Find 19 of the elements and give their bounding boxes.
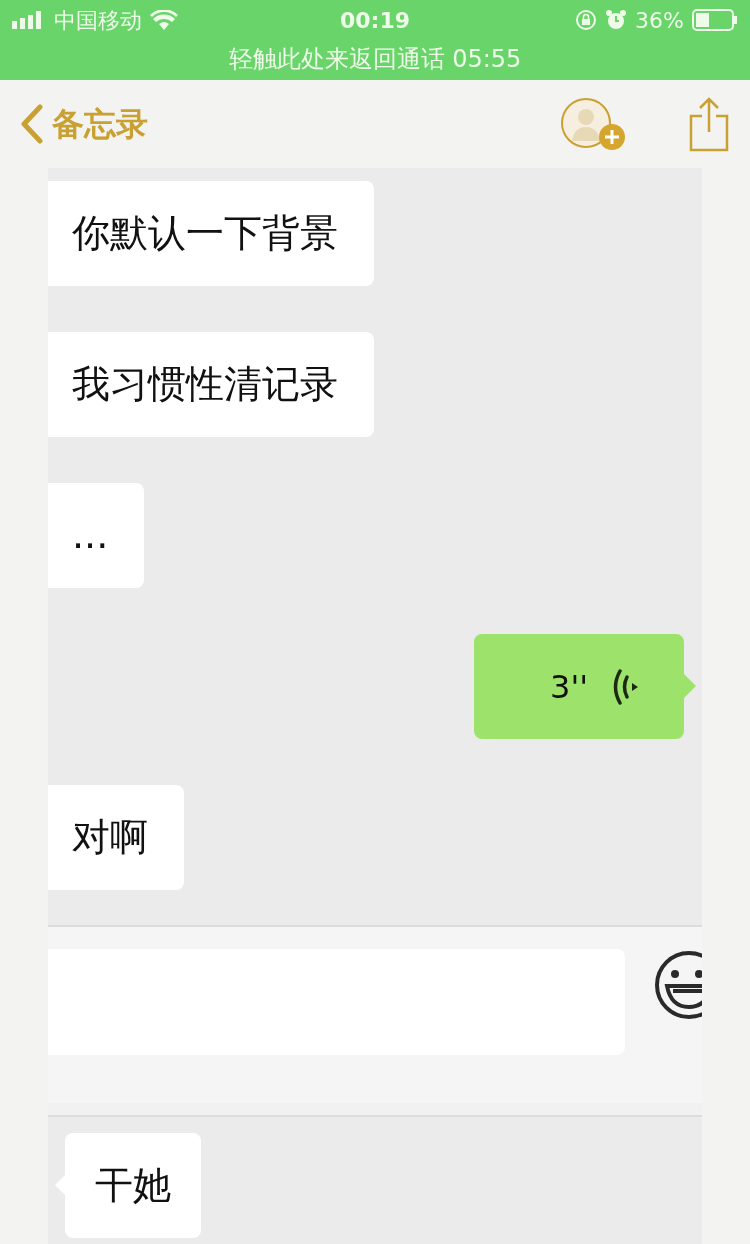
carrier-label: 中国移动 [54, 6, 142, 35]
message-bubble: 干她 [65, 1133, 201, 1238]
emoji-icon[interactable] [653, 949, 702, 1021]
message-bubble: 对啊 [48, 785, 184, 890]
message-bubble: 我习惯性清记录 [48, 332, 374, 437]
return-to-call-banner[interactable]: 轻触此处来返回通话 05:55 [0, 40, 750, 80]
battery-percent: 36% [635, 6, 684, 35]
back-chevron-icon [20, 104, 44, 144]
voice-message-bubble[interactable]: 3'' [474, 634, 684, 739]
back-button[interactable]: 备忘录 [20, 100, 148, 148]
wifi-icon [150, 10, 178, 30]
clock-time: 00:19 [340, 6, 410, 35]
add-person-icon[interactable] [560, 97, 628, 151]
message-bubble: ... [48, 483, 145, 588]
share-icon[interactable] [688, 96, 730, 152]
message-bubble: 你默认一下背景 [48, 181, 374, 286]
rotation-lock-icon [575, 9, 598, 31]
battery-icon [692, 9, 738, 31]
alarm-icon [605, 9, 628, 31]
